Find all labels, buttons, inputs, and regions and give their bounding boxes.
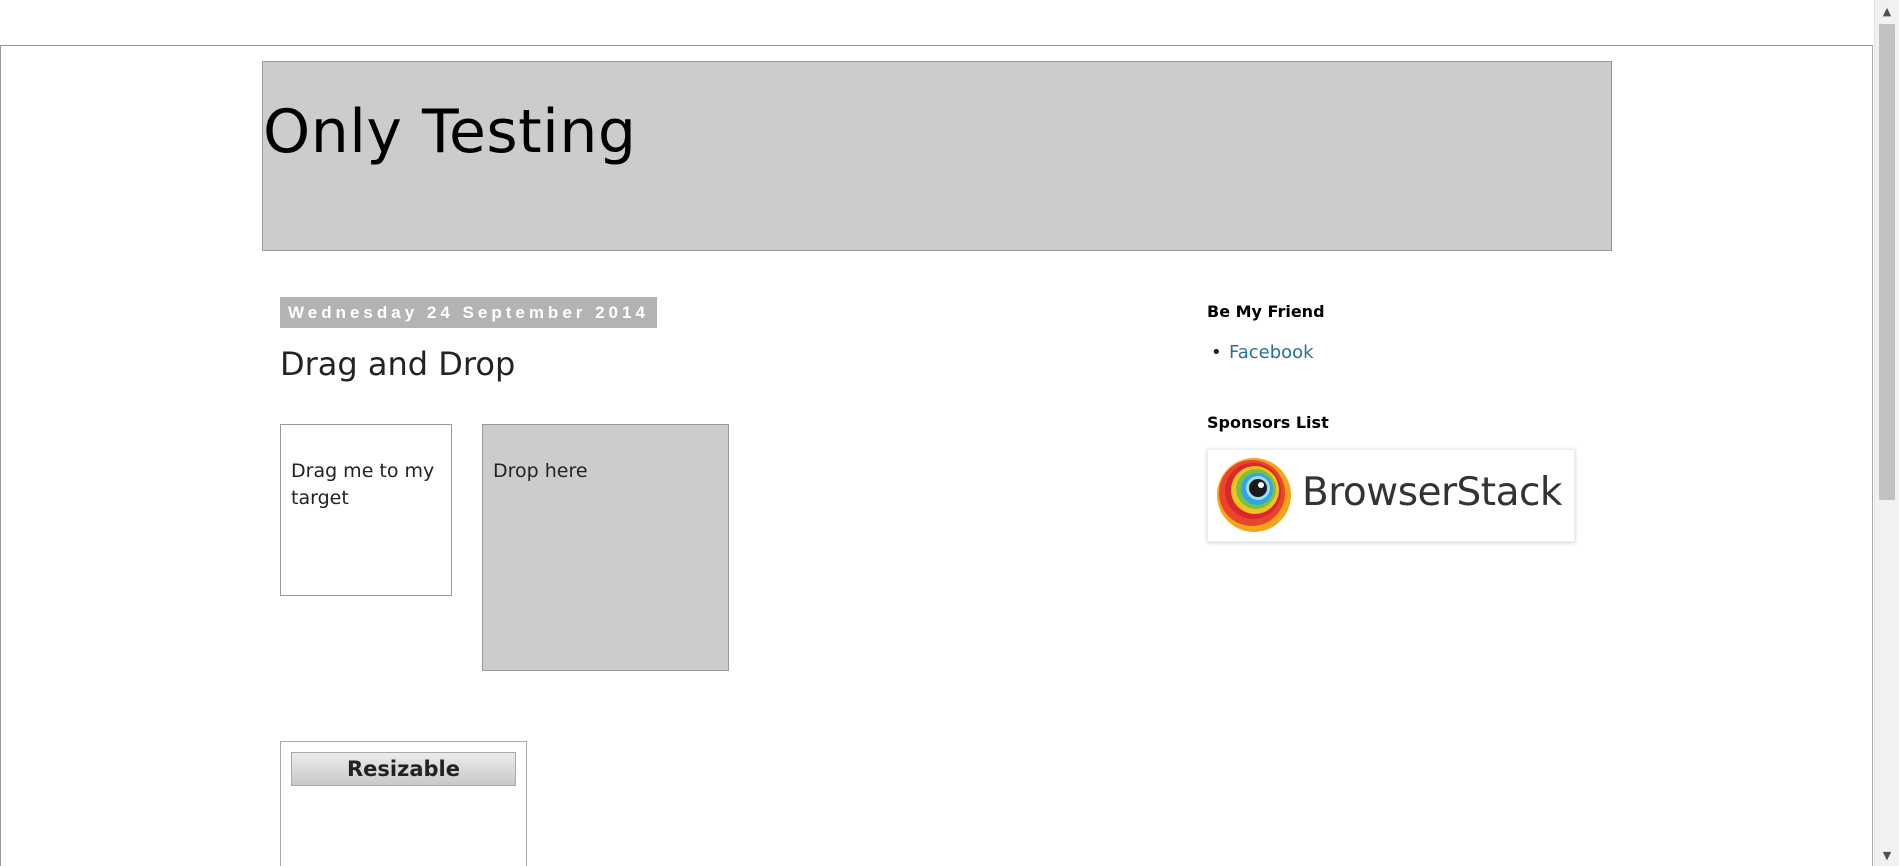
draggable-box[interactable]: Drag me to my target bbox=[280, 424, 452, 596]
drop-target[interactable]: Drop here bbox=[482, 424, 729, 671]
resizable-header: Resizable bbox=[291, 752, 516, 786]
scroll-down-arrow-icon[interactable]: ▼ bbox=[1875, 844, 1899, 866]
resizable-box[interactable]: Resizable bbox=[280, 741, 527, 866]
vertical-scrollbar[interactable]: ▲ ▼ bbox=[1874, 0, 1899, 866]
browserstack-sponsor-banner[interactable]: BrowserStack bbox=[1207, 449, 1575, 542]
draggable-label: Drag me to my target bbox=[291, 460, 435, 509]
facebook-link[interactable]: Facebook bbox=[1229, 342, 1314, 363]
sponsors-list-heading: Sponsors List bbox=[1207, 413, 1329, 432]
list-item: • Facebook bbox=[1207, 340, 1314, 366]
blog-header: Only Testing bbox=[262, 61, 1612, 251]
friend-links-list: • Facebook bbox=[1207, 340, 1314, 366]
scroll-up-arrow-icon[interactable]: ▲ bbox=[1875, 0, 1899, 22]
scroll-thumb[interactable] bbox=[1879, 24, 1895, 500]
browser-viewport: Only Testing Wednesday 24 September 2014… bbox=[0, 0, 1874, 866]
post-title[interactable]: Drag and Drop bbox=[280, 345, 515, 383]
drop-target-label: Drop here bbox=[493, 460, 588, 482]
browserstack-logo-text: BrowserStack bbox=[1302, 470, 1563, 515]
be-my-friend-heading: Be My Friend bbox=[1207, 302, 1325, 321]
post-date: Wednesday 24 September 2014 bbox=[280, 297, 657, 328]
blog-title[interactable]: Only Testing bbox=[263, 97, 636, 167]
bullet-icon: • bbox=[1211, 342, 1222, 363]
browserstack-eye-icon bbox=[1217, 458, 1291, 532]
